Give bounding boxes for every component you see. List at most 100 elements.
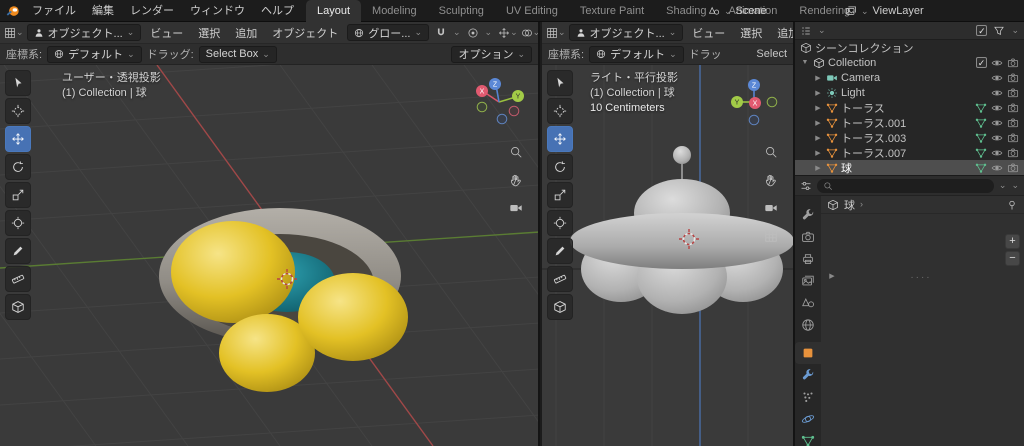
panel-expand-caret-icon[interactable]: ▶ bbox=[827, 272, 837, 280]
tool-cursor[interactable] bbox=[547, 98, 573, 124]
render-visibility-camera-icon[interactable] bbox=[1007, 117, 1019, 129]
coord-system-dropdown[interactable]: デフォルト ⌄ bbox=[47, 45, 142, 63]
expand-caret-icon[interactable]: ▶ bbox=[813, 134, 823, 142]
tool-select-box[interactable] bbox=[547, 70, 573, 96]
tab-scene-properties[interactable] bbox=[795, 292, 821, 314]
overlays-toggle[interactable]: ⌄ bbox=[521, 24, 538, 42]
tool-scale[interactable] bbox=[547, 182, 573, 208]
menu-help[interactable]: ヘルプ bbox=[253, 0, 302, 22]
outliner-row-torus[interactable]: ▶ トーラス bbox=[795, 100, 1024, 115]
mode-dropdown[interactable]: オブジェクト... ⌄ bbox=[568, 24, 684, 41]
outliner-row-torus-003[interactable]: ▶ トーラス.003 bbox=[795, 130, 1024, 145]
tab-particle-properties[interactable] bbox=[795, 386, 821, 408]
outliner-row-sphere-selected[interactable]: ▶ 球 bbox=[795, 160, 1024, 175]
tab-world-properties[interactable] bbox=[795, 314, 821, 336]
eye-icon[interactable] bbox=[991, 57, 1003, 69]
breadcrumb-object-name[interactable]: 球 bbox=[844, 197, 855, 213]
chevron-down-icon[interactable]: ⌄ bbox=[1011, 181, 1019, 190]
render-visibility-camera-icon[interactable] bbox=[1007, 102, 1019, 114]
render-visibility-camera-icon[interactable] bbox=[1007, 87, 1019, 99]
tool-scale[interactable] bbox=[5, 182, 31, 208]
tab-modeling[interactable]: Modeling bbox=[361, 0, 428, 22]
tab-uv-editing[interactable]: UV Editing bbox=[495, 0, 569, 22]
expand-caret-icon[interactable]: ▶ bbox=[813, 149, 823, 157]
navigation-gizmo[interactable]: Z Y X bbox=[725, 73, 783, 131]
tab-object-data-properties[interactable] bbox=[795, 430, 821, 446]
menu-window[interactable]: ウィンドウ bbox=[182, 0, 253, 22]
tool-select-box[interactable] bbox=[5, 70, 31, 96]
list-grip-handle[interactable]: ···· bbox=[910, 272, 931, 283]
tool-move[interactable] bbox=[547, 126, 573, 152]
tab-layout[interactable]: Layout bbox=[306, 0, 362, 22]
render-visibility-camera-icon[interactable] bbox=[1007, 147, 1019, 159]
mode-dropdown[interactable]: オブジェクト... ⌄ bbox=[26, 24, 142, 41]
outliner-row-collection[interactable]: ▼ Collection ✓ bbox=[795, 55, 1024, 70]
transform-orientation-dropdown[interactable]: グロー... ⌄ bbox=[347, 24, 429, 41]
render-visibility-camera-icon[interactable] bbox=[1007, 162, 1019, 174]
pan-hand-icon[interactable] bbox=[764, 173, 778, 187]
outliner-row-scene-collection[interactable]: シーンコレクション bbox=[795, 40, 1024, 55]
viewlayer-selector[interactable]: ⌄ ViewLayer bbox=[845, 0, 924, 22]
scene-selector[interactable]: ⌄ Scene bbox=[708, 0, 767, 22]
ortho-grid-icon[interactable] bbox=[764, 229, 778, 243]
menu-render[interactable]: レンダー bbox=[122, 0, 182, 22]
tool-measure[interactable] bbox=[5, 266, 31, 292]
expand-caret-icon[interactable]: ▶ bbox=[813, 74, 823, 82]
snap-toggle[interactable] bbox=[432, 24, 450, 42]
chevron-down-icon[interactable]: ⌄ bbox=[999, 181, 1007, 190]
drag-mode-dropdown[interactable]: Select Box ⌄ bbox=[198, 45, 277, 63]
3d-viewport-canvas-right[interactable]: ライト・平行投影 (1) Collection | 球 10 Centimete… bbox=[542, 65, 793, 446]
expand-caret-icon[interactable]: ▶ bbox=[813, 89, 823, 97]
tool-cursor[interactable] bbox=[5, 98, 31, 124]
chevron-down-icon[interactable]: ⌄ bbox=[818, 26, 826, 35]
add-item-button[interactable]: + bbox=[1005, 234, 1020, 249]
menu-object[interactable]: オブジェクト bbox=[266, 25, 344, 41]
chevron-down-icon[interactable]: ⌄ bbox=[1011, 26, 1019, 35]
eye-icon[interactable] bbox=[991, 147, 1003, 159]
eye-icon[interactable] bbox=[991, 162, 1003, 174]
tab-tool-properties[interactable] bbox=[795, 204, 821, 226]
menu-select[interactable]: 選択 bbox=[192, 25, 226, 41]
navigation-gizmo[interactable]: X Y Z bbox=[470, 73, 528, 131]
render-visibility-camera-icon[interactable] bbox=[1007, 132, 1019, 144]
tab-texture-paint[interactable]: Texture Paint bbox=[569, 0, 655, 22]
menu-view[interactable]: ビュー bbox=[686, 25, 731, 41]
menu-file[interactable]: ファイル bbox=[24, 0, 84, 22]
tool-annotate[interactable] bbox=[547, 238, 573, 264]
menu-edit[interactable]: 編集 bbox=[84, 0, 122, 22]
blender-logo-icon[interactable] bbox=[6, 4, 20, 18]
properties-editor-icon[interactable] bbox=[800, 180, 812, 192]
filter-funnel-icon[interactable] bbox=[993, 25, 1005, 37]
eye-icon[interactable] bbox=[991, 72, 1003, 84]
editor-type-button[interactable]: ⌄ bbox=[4, 24, 24, 42]
proportional-edit-toggle[interactable] bbox=[464, 24, 482, 42]
tab-modifier-properties[interactable] bbox=[795, 364, 821, 386]
camera-view-icon[interactable] bbox=[764, 201, 778, 215]
render-visibility-camera-icon[interactable] bbox=[1007, 72, 1019, 84]
tab-physics-properties[interactable] bbox=[795, 408, 821, 430]
expand-caret-icon[interactable]: ▶ bbox=[813, 119, 823, 127]
tab-output-properties[interactable] bbox=[795, 248, 821, 270]
outliner-row-camera[interactable]: ▶ Camera bbox=[795, 70, 1024, 85]
zoom-icon[interactable] bbox=[509, 145, 523, 159]
proportional-options-chevron[interactable]: ⌄ bbox=[485, 28, 493, 37]
collection-checkbox[interactable]: ✓ bbox=[976, 57, 987, 68]
zoom-icon[interactable] bbox=[764, 145, 778, 159]
options-dropdown[interactable]: オプション ⌄ bbox=[451, 45, 532, 63]
drag-mode-value[interactable]: Select bbox=[756, 48, 787, 60]
filter-restriction-checkbox[interactable]: ✓ bbox=[976, 25, 988, 36]
eye-icon[interactable] bbox=[991, 87, 1003, 99]
tab-render-properties[interactable] bbox=[795, 226, 821, 248]
eye-icon[interactable] bbox=[991, 102, 1003, 114]
snap-options-chevron[interactable]: ⌄ bbox=[453, 28, 461, 37]
tool-move[interactable] bbox=[5, 126, 31, 152]
tool-transform[interactable] bbox=[547, 210, 573, 236]
outliner-row-torus-001[interactable]: ▶ トーラス.001 bbox=[795, 115, 1024, 130]
expand-caret-icon[interactable]: ▶ bbox=[813, 104, 823, 112]
tab-viewlayer-properties[interactable] bbox=[795, 270, 821, 292]
outliner-editor-icon[interactable] bbox=[800, 25, 812, 37]
gizmos-toggle[interactable]: ⌄ bbox=[498, 24, 518, 42]
tool-transform[interactable] bbox=[5, 210, 31, 236]
coord-system-dropdown[interactable]: デフォルト ⌄ bbox=[589, 45, 684, 63]
remove-item-button[interactable]: − bbox=[1005, 251, 1020, 266]
